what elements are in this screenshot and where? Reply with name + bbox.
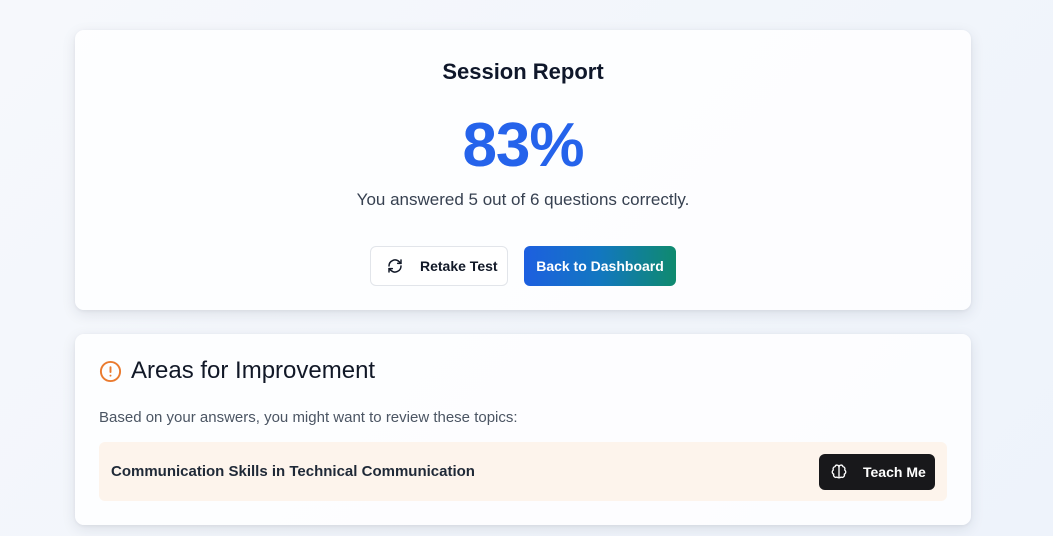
session-report-page: Session Report 83% You answered 5 out of…: [0, 0, 1053, 536]
score-summary: You answered 5 out of 6 questions correc…: [356, 190, 690, 209]
improvement-title: Areas for Improvement: [131, 357, 376, 384]
report-actions: Retake Test Back to Dashboard: [75, 246, 971, 286]
teach-me-button[interactable]: Teach Me: [819, 453, 935, 490]
retake-test-button[interactable]: Retake Test: [370, 246, 508, 286]
refresh-icon: [387, 258, 403, 274]
list-item: Communication Skills in Technical Commun…: [99, 442, 947, 501]
brain-icon: [831, 463, 847, 480]
back-to-dashboard-button[interactable]: Back to Dashboard: [524, 246, 676, 286]
back-to-dashboard-label: Back to Dashboard: [536, 258, 664, 274]
areas-for-improvement-card: Areas for Improvement Based on your answ…: [75, 334, 971, 525]
improvement-description: Based on your answers, you might want to…: [99, 409, 518, 426]
topic-label: Communication Skills in Technical Commun…: [111, 463, 475, 480]
alert-circle-icon: [99, 360, 122, 383]
session-report-card: Session Report 83% You answered 5 out of…: [75, 30, 971, 310]
retake-test-label: Retake Test: [420, 258, 498, 274]
score-percentage: 83%: [462, 111, 584, 180]
improvement-header: Areas for Improvement: [99, 356, 375, 386]
teach-me-label: Teach Me: [863, 463, 926, 480]
page-title: Session Report: [442, 59, 604, 84]
